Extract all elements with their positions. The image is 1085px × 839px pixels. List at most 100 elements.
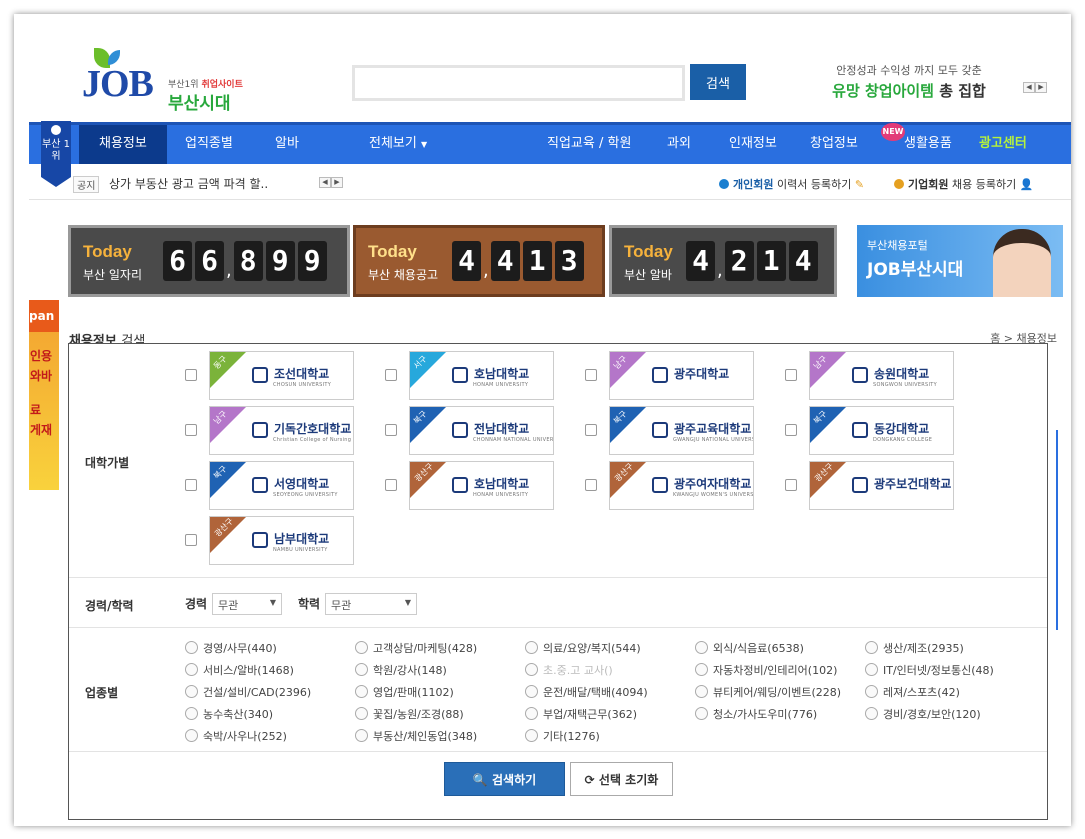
- industry-radio[interactable]: 자동차정비/인테리어(102): [695, 662, 837, 678]
- industry-radio[interactable]: 숙박/사우나(252): [185, 728, 287, 744]
- univ-checkbox[interactable]: [185, 369, 197, 381]
- univ-name: 기독간호대학교: [274, 422, 352, 436]
- univ-checkbox[interactable]: [385, 424, 397, 436]
- district-corner: [210, 352, 246, 388]
- univ-card[interactable]: 남구 광주대학교: [609, 351, 754, 400]
- search-input[interactable]: [352, 65, 685, 101]
- industry-radio[interactable]: 경비/경호/보안(120): [865, 706, 981, 722]
- refresh-icon: ⟳: [584, 772, 595, 787]
- counter-digit: 4: [686, 241, 715, 281]
- univ-seal-icon: [652, 422, 668, 438]
- reset-button[interactable]: ⟳ 선택 초기화: [570, 762, 673, 796]
- univ-checkbox[interactable]: [385, 369, 397, 381]
- industry-radio[interactable]: 생산/제조(2935): [865, 640, 964, 656]
- industry-radio[interactable]: 영업/판매(1102): [355, 684, 454, 700]
- nav-item-jobs[interactable]: 채용정보: [79, 125, 167, 164]
- univ-card[interactable]: 남구 송원대학교 SONGWON UNIVERSITY: [809, 351, 954, 400]
- univ-checkbox[interactable]: [785, 369, 797, 381]
- logo-name: 부산시대: [168, 94, 231, 114]
- univ-checkbox[interactable]: [185, 534, 197, 546]
- scroll-indicator: [1056, 430, 1058, 630]
- side-ad[interactable]: pan 인용 와바 료 게재: [29, 300, 59, 490]
- industry-radio[interactable]: 기타(1276): [525, 728, 600, 744]
- header-ad[interactable]: 안정성과 수익성 까지 모두 갖춘 유망 창업아이템 총 집합: [789, 62, 1029, 101]
- side-ad-text: 인용: [30, 349, 53, 363]
- prev-arrow-icon[interactable]: ◀: [319, 177, 331, 188]
- univ-card[interactable]: 서구 호남대학교 HONAM UNIVERSITY: [409, 351, 554, 400]
- univ-card[interactable]: 북구 서영대학교 SEOYEONG UNIVERSITY: [209, 461, 354, 510]
- industry-radio[interactable]: 농수축산(340): [185, 706, 273, 722]
- univ-checkbox[interactable]: [585, 369, 597, 381]
- univ-checkbox[interactable]: [785, 479, 797, 491]
- nav-item-alba[interactable]: 알바: [275, 125, 299, 164]
- nav-item-talent[interactable]: 인재정보: [729, 125, 777, 164]
- univ-checkbox[interactable]: [585, 424, 597, 436]
- industry-radio[interactable]: 학원/강사(148): [355, 662, 447, 678]
- univ-card[interactable]: 광산구 호남대학교 HONAM UNIVERSITY: [409, 461, 554, 510]
- univ-card[interactable]: 광산구 남부대학교 NAMBU UNIVERSITY: [209, 516, 354, 565]
- prev-arrow-icon[interactable]: ◀: [1023, 82, 1035, 93]
- industry-radio[interactable]: 청소/가사도우미(776): [695, 706, 817, 722]
- district-corner: [410, 407, 446, 443]
- univ-checkbox[interactable]: [385, 479, 397, 491]
- industry-radio[interactable]: 부동산/체인동업(348): [355, 728, 477, 744]
- nav-item-industry[interactable]: 업직종별: [185, 125, 233, 164]
- district-corner: [210, 407, 246, 443]
- univ-checkbox[interactable]: [785, 424, 797, 436]
- univ-card[interactable]: 북구 동강대학교 DONGKANG COLLEGE: [809, 406, 954, 455]
- industry-radio[interactable]: 꽃집/농원/조경(88): [355, 706, 464, 722]
- nav-item-education[interactable]: 직업교육 / 학원: [547, 125, 631, 164]
- nav-item-goods[interactable]: 생활용품: [904, 125, 952, 164]
- search-submit-button[interactable]: 🔍 검색하기: [444, 762, 565, 796]
- industry-radio[interactable]: 초.중.고 교사(): [525, 662, 613, 678]
- industry-radio[interactable]: IT/인터넷/정보통신(48): [865, 662, 994, 678]
- univ-name: 호남대학교: [474, 367, 530, 381]
- counter-comma: ,: [483, 260, 489, 281]
- industry-radio[interactable]: 경영/사무(440): [185, 640, 277, 656]
- univ-checkbox[interactable]: [185, 479, 197, 491]
- next-arrow-icon[interactable]: ▶: [1035, 82, 1047, 93]
- company-post-link[interactable]: 기업회원 채용 등록하기 👤: [894, 176, 1033, 192]
- industry-radio[interactable]: 서비스/알바(1468): [185, 662, 294, 678]
- industry-radio[interactable]: 고객상담/마케팅(428): [355, 640, 477, 656]
- personal-resume-link[interactable]: 개인회원 이력서 등록하기 ✎: [719, 176, 864, 192]
- career-select[interactable]: 무관: [212, 593, 282, 615]
- busan-first-badge: 부산 1위: [41, 121, 71, 187]
- univ-card[interactable]: 북구광주교육대학교GWANGJU NATIONAL UNIVERSITY OF …: [609, 406, 754, 455]
- univ-checkbox[interactable]: [185, 424, 197, 436]
- new-badge: NEW: [881, 123, 905, 141]
- chevron-down-icon: ▼: [420, 140, 428, 149]
- header-ad-arrows: ◀ ▶: [1023, 82, 1047, 93]
- univ-seal-icon: [452, 422, 468, 438]
- education-select[interactable]: 무관: [325, 593, 417, 615]
- univ-card[interactable]: 동구 조선대학교 CHOSUN UNIVERSITY: [209, 351, 354, 400]
- district-corner: [210, 462, 246, 498]
- univ-card[interactable]: 광산구 광주여자대학교 KWANGJU WOMEN'S UNIVERSITY: [609, 461, 754, 510]
- nav-item-view-all[interactable]: 전체보기 ▼: [369, 125, 427, 164]
- nav-item-startup[interactable]: 창업정보: [810, 125, 858, 164]
- notice-text[interactable]: 상가 부동산 광고 금액 파격 할..: [109, 175, 268, 192]
- univ-card[interactable]: 남구 기독간호대학교 Christian College of Nursing: [209, 406, 354, 455]
- nav-item-ad-center[interactable]: 광고센터: [979, 125, 1027, 164]
- industry-radio[interactable]: 부업/재택근무(362): [525, 706, 637, 722]
- industry-radio[interactable]: 뷰티케어/웨딩/이벤트(228): [695, 684, 841, 700]
- user-add-icon: 👤: [1019, 178, 1034, 191]
- search-panel: 대학가별 동구 조선대학교 CHOSUN UNIVERSITY 서구 호남대학교 HONA…: [68, 343, 1048, 820]
- site-logo[interactable]: JOB 부산1위 취업사이트 부산시대: [82, 48, 252, 118]
- univ-name-en: DONGKANG COLLEGE: [873, 437, 933, 443]
- nav-item-tutoring[interactable]: 과외: [667, 125, 691, 164]
- job-busan-banner[interactable]: 부산채용포털 JOB부산시대: [857, 225, 1063, 297]
- search-button[interactable]: 검색: [690, 64, 746, 100]
- industry-radio[interactable]: 운전/배달/택배(4094): [525, 684, 648, 700]
- univ-card[interactable]: 북구전남대학교CHONNAM NATIONAL UNIVERSITY: [409, 406, 554, 455]
- univ-name-en: SEOYEONG UNIVERSITY: [273, 492, 338, 498]
- counter-digit: 1: [756, 241, 786, 281]
- univ-checkbox[interactable]: [585, 479, 597, 491]
- next-arrow-icon[interactable]: ▶: [331, 177, 343, 188]
- industry-radio[interactable]: 레져/스포츠(42): [865, 684, 960, 700]
- industry-radio[interactable]: 건설/설비/CAD(2396): [185, 684, 311, 700]
- industry-radio[interactable]: 의료/요양/복지(544): [525, 640, 641, 656]
- industry-radio[interactable]: 외식/식음료(6538): [695, 640, 804, 656]
- counter-digit: 9: [265, 241, 295, 281]
- univ-card[interactable]: 광산구 광주보건대학교: [809, 461, 954, 510]
